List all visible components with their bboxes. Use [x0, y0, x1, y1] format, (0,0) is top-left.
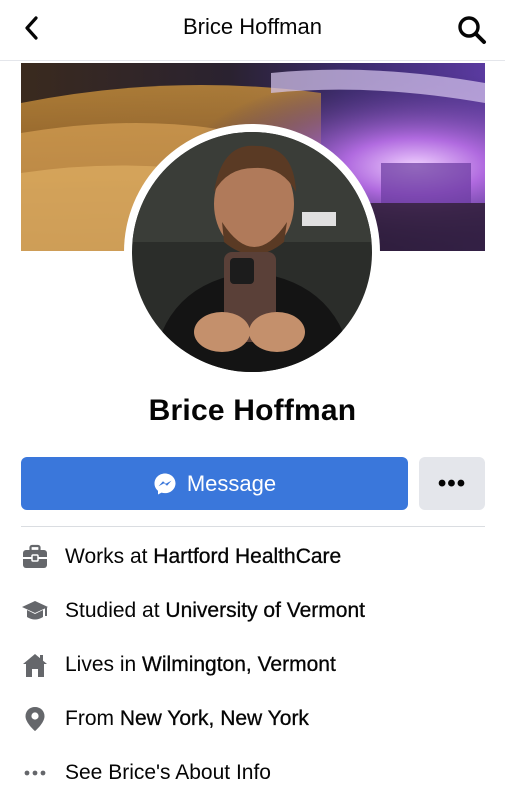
info-from-value[interactable]: New York, New York	[120, 707, 309, 730]
location-pin-icon	[21, 705, 49, 733]
top-divider	[0, 60, 505, 61]
house-icon	[21, 651, 49, 679]
info-education-value[interactable]: University of Vermont	[165, 599, 365, 622]
info-row-from[interactable]: From New York, New York	[21, 699, 485, 739]
info-work-prefix: Works at	[65, 545, 154, 568]
more-options-label: •••	[437, 469, 467, 497]
info-row-lives[interactable]: Lives in Wilmington, Vermont	[21, 645, 485, 685]
avatar[interactable]	[132, 132, 372, 372]
message-button-label: Message	[186, 470, 277, 496]
see-about-info-label: See Brice's About Info	[65, 761, 271, 784]
info-education-prefix: Studied at	[65, 599, 166, 622]
section-divider	[21, 526, 485, 527]
top-bar: Brice Hoffman	[0, 0, 505, 58]
profile-name: Brice Hoffman	[148, 394, 357, 427]
info-work-value[interactable]: Hartford HealthCare	[153, 545, 341, 568]
graduation-cap-icon	[21, 597, 49, 625]
page-title: Brice Hoffman	[183, 14, 322, 39]
search-icon	[458, 16, 486, 44]
more-options-button[interactable]: •••	[419, 457, 485, 510]
info-lives-value[interactable]: Wilmington, Vermont	[142, 653, 336, 676]
info-row-work[interactable]: Works at Hartford HealthCare	[21, 537, 485, 577]
info-from-prefix: From	[65, 707, 120, 730]
see-about-info-link[interactable]: See Brice's About Info	[21, 753, 485, 793]
more-dots-icon	[21, 759, 49, 787]
info-lives-prefix: Lives in	[65, 653, 143, 676]
info-row-education[interactable]: Studied at University of Vermont	[21, 591, 485, 631]
messenger-icon	[153, 472, 177, 496]
search-button[interactable]	[456, 14, 488, 46]
briefcase-icon	[21, 543, 49, 571]
message-button[interactable]: Message	[21, 457, 408, 510]
